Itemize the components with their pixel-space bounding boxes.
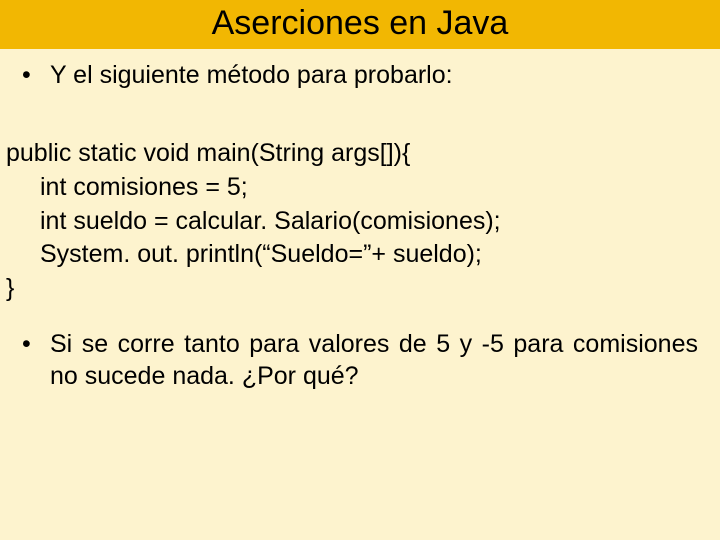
bullet-dot-icon: • (22, 328, 50, 392)
slide-title: Aserciones en Java (0, 4, 720, 43)
bullet-item-1: • Y el siguiente método para probarlo: (22, 59, 698, 91)
code-line: int comisiones = 5; (6, 171, 698, 205)
bullet-text-1: Y el siguiente método para probarlo: (50, 59, 698, 91)
slide-content: • Y el siguiente método para probarlo: p… (0, 49, 720, 392)
bullet-dot-icon: • (22, 59, 50, 91)
code-line: int sueldo = calcular. Salario(comisione… (6, 205, 698, 239)
code-block: public static void main(String args[]){ … (6, 137, 698, 306)
code-line: System. out. println(“Sueldo=”+ sueldo); (6, 238, 698, 272)
bullet-text-2: Si se corre tanto para valores de 5 y -5… (50, 328, 698, 392)
spacer (22, 115, 698, 137)
code-line: } (6, 272, 698, 306)
spacer (22, 306, 698, 328)
title-bar: Aserciones en Java (0, 0, 720, 49)
code-line: public static void main(String args[]){ (6, 137, 698, 171)
bullet-item-2: • Si se corre tanto para valores de 5 y … (22, 328, 698, 392)
